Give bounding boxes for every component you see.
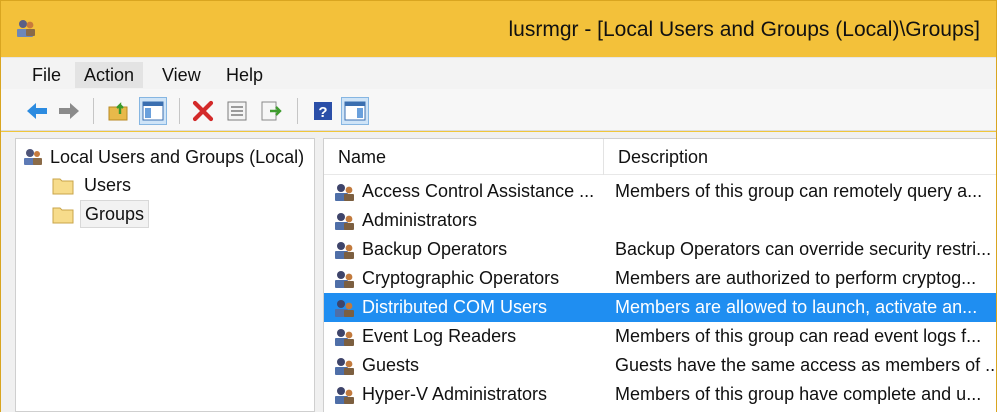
column-header-name[interactable]: Name [324, 139, 604, 175]
back-button[interactable] [23, 97, 51, 125]
group-name: Hyper-V Administrators [362, 384, 548, 404]
group-name: Administrators [362, 210, 478, 230]
show-hide-action-pane-icon [344, 101, 366, 121]
folder-icon [52, 207, 74, 224]
group-name: Distributed COM Users [362, 297, 548, 317]
tree-node-groups[interactable]: Groups [46, 200, 306, 228]
menu-view[interactable]: View [153, 62, 210, 88]
tree-node-root-label: Local Users and Groups (Local) [50, 147, 305, 167]
folder-icon [52, 178, 74, 195]
group-description: Backup Operators can override security r… [615, 239, 992, 259]
group-icon [335, 184, 354, 201]
toolbar: ? [1, 89, 996, 131]
export-list-icon [261, 101, 282, 121]
group-icon [335, 242, 354, 259]
export-list-button[interactable] [257, 97, 285, 125]
users-groups-app-icon[interactable] [15, 17, 37, 39]
tree-node-users[interactable]: Users [46, 171, 306, 199]
console-tree: Local Users and Groups (Local) Users Gro… [15, 138, 315, 412]
menu-file[interactable]: File [23, 62, 70, 88]
group-name: Backup Operators [362, 239, 508, 259]
forward-icon [59, 103, 79, 119]
group-description: Members are authorized to perform crypto… [615, 268, 977, 288]
group-icon [335, 387, 354, 404]
tree-node-groups-label: Groups [80, 200, 150, 228]
groups-list: Name Description Access Control Assistan… [323, 138, 996, 412]
menu-action[interactable]: Action [75, 62, 144, 88]
up-folder-icon [108, 102, 128, 121]
tree-node-root[interactable]: Local Users and Groups (Local) [16, 143, 312, 171]
window-title: lusrmgr - [Local Users and Groups (Local… [508, 18, 980, 41]
properties-button[interactable] [223, 97, 251, 125]
group-icon [335, 213, 354, 230]
console-client-area: Local Users and Groups (Local) Users Gro… [1, 132, 996, 412]
mmc-window: lusrmgr - [Local Users and Groups (Local… [0, 0, 997, 412]
group-row[interactable]: Access Control Assistance ... Members of… [324, 177, 996, 206]
group-name: Access Control Assistance ... [362, 181, 595, 201]
group-row-selected[interactable]: Distributed COM Users Members are allowe… [324, 293, 996, 322]
group-icon [335, 329, 354, 346]
up-one-level-button[interactable] [105, 97, 133, 125]
show-hide-tree-icon [142, 101, 164, 121]
menu-help[interactable]: Help [217, 62, 272, 88]
group-row[interactable]: Hyper-V Administrators Members of this g… [324, 380, 996, 409]
group-description: Members of this group can read event log… [615, 326, 982, 346]
group-row[interactable]: Administrators [324, 206, 996, 235]
group-description: Members of this group can remotely query… [615, 181, 983, 201]
group-icon [335, 358, 354, 375]
group-description: Guests have the same access as members o… [615, 355, 996, 375]
show-hide-action-pane-button[interactable] [341, 97, 369, 125]
menu-bar: File Action View Help [1, 57, 996, 89]
group-row[interactable]: Guests Guests have the same access as me… [324, 351, 996, 380]
group-icon [335, 300, 354, 317]
toolbar-separator [297, 98, 298, 124]
group-name: Cryptographic Operators [362, 268, 560, 288]
toolbar-separator [179, 98, 180, 124]
show-hide-console-tree-button[interactable] [139, 97, 167, 125]
back-icon [27, 103, 47, 119]
group-icon [335, 271, 354, 288]
svg-text:?: ? [318, 104, 327, 121]
delete-button[interactable] [189, 97, 217, 125]
group-row[interactable]: Cryptographic Operators Members are auth… [324, 264, 996, 293]
title-bar[interactable]: lusrmgr - [Local Users and Groups (Local… [1, 1, 996, 57]
list-header: Name Description [324, 139, 996, 175]
group-row[interactable]: Event Log Readers Members of this group … [324, 322, 996, 351]
group-row[interactable]: Backup Operators Backup Operators can ov… [324, 235, 996, 264]
column-header-description[interactable]: Description [604, 139, 996, 175]
delete-icon [192, 100, 214, 122]
group-description: Members of this group have complete and … [615, 384, 982, 404]
tree-node-users-label: Users [84, 175, 132, 195]
group-description: Members are allowed to launch, activate … [615, 297, 978, 317]
properties-icon [227, 101, 247, 121]
help-icon: ? [314, 102, 332, 121]
help-button[interactable]: ? [309, 97, 337, 125]
group-name: Event Log Readers [362, 326, 517, 346]
users-groups-icon [24, 149, 42, 165]
forward-button[interactable] [55, 97, 83, 125]
toolbar-separator [93, 98, 94, 124]
group-name: Guests [362, 355, 420, 375]
